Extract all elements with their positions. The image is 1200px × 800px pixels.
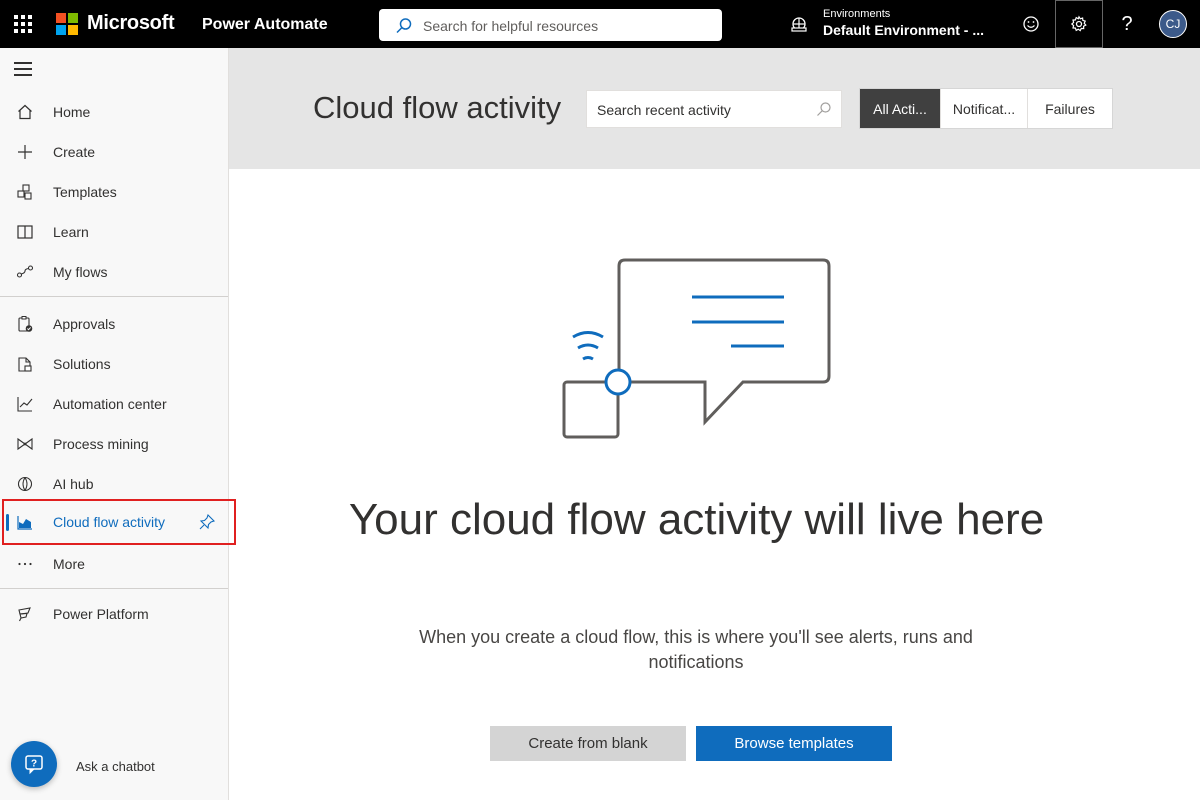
power-platform-icon bbox=[18, 607, 31, 622]
ellipsis-icon bbox=[18, 562, 32, 566]
page-header: Cloud flow activity Search recent activi… bbox=[229, 48, 1200, 169]
sidebar-item-solutions[interactable]: Solutions bbox=[0, 344, 229, 384]
sidebar-item-label: Power Platform bbox=[53, 606, 149, 622]
chatbot-label[interactable]: Ask a chatbot bbox=[76, 759, 155, 774]
sidebar-item-power-platform[interactable]: Power Platform bbox=[0, 594, 229, 634]
app-launcher-icon[interactable] bbox=[12, 13, 34, 35]
sidebar-item-templates[interactable]: Templates bbox=[0, 172, 229, 212]
sidebar-item-label: Home bbox=[53, 104, 91, 120]
sidebar-divider bbox=[0, 588, 228, 589]
empty-state-illustration bbox=[562, 258, 831, 439]
environment-selector[interactable]: Default Environment - ... bbox=[823, 22, 984, 38]
sidebar-item-create[interactable]: Create bbox=[0, 132, 229, 172]
templates-icon bbox=[17, 184, 32, 200]
chatbot-button[interactable]: ? bbox=[11, 741, 57, 787]
activity-search-placeholder: Search recent activity bbox=[597, 102, 731, 118]
sidebar-item-label: Process mining bbox=[53, 436, 149, 452]
sidebar-item-label: Create bbox=[53, 144, 96, 160]
solutions-icon bbox=[18, 357, 32, 372]
flows-icon bbox=[16, 265, 34, 278]
sidebar-item-label: Learn bbox=[53, 224, 89, 240]
sidebar-item-process-mining[interactable]: Process mining bbox=[0, 424, 229, 464]
empty-state-title: Your cloud flow activity will live here bbox=[348, 495, 1045, 544]
empty-state-subtitle: When you create a cloud flow, this is wh… bbox=[419, 627, 973, 672]
chart-line-icon bbox=[17, 397, 33, 412]
tab-failures[interactable]: Failures bbox=[1028, 89, 1112, 128]
activity-filter-tabs: All Acti... Notificat... Failures bbox=[859, 88, 1113, 129]
highlight-box bbox=[2, 499, 236, 545]
sidebar-item-label: Approvals bbox=[53, 316, 116, 332]
chatbot-icon: ? bbox=[25, 755, 43, 775]
sidebar-item-label: My flows bbox=[53, 264, 108, 280]
sidebar-item-ai-hub[interactable]: AI hub bbox=[0, 464, 229, 504]
activity-search-input[interactable]: Search recent activity bbox=[586, 90, 842, 128]
environment-icon[interactable] bbox=[790, 15, 808, 33]
sidebar-item-more[interactable]: More bbox=[0, 544, 229, 584]
sidebar-divider bbox=[0, 296, 228, 297]
svg-text:?: ? bbox=[31, 759, 37, 770]
sidebar-item-my-flows[interactable]: My flows bbox=[0, 252, 229, 292]
sidebar-item-label: Automation center bbox=[53, 396, 167, 412]
app-name[interactable]: Power Automate bbox=[202, 16, 328, 34]
tab-notifications[interactable]: Notificat... bbox=[941, 89, 1028, 128]
sidebar-item-label: Templates bbox=[53, 184, 117, 200]
sidebar: Home Create Templates Learn My flows App… bbox=[0, 48, 229, 800]
create-from-blank-button[interactable]: Create from blank bbox=[490, 726, 686, 761]
search-icon bbox=[817, 102, 831, 116]
global-search-placeholder: Search for helpful resources bbox=[423, 18, 599, 34]
help-icon[interactable]: ? bbox=[1103, 0, 1151, 48]
sidebar-item-label: AI hub bbox=[53, 476, 94, 492]
sidebar-item-approvals[interactable]: Approvals bbox=[0, 304, 229, 344]
browse-templates-button[interactable]: Browse templates bbox=[696, 726, 892, 761]
environment-label: Environments bbox=[823, 8, 891, 20]
sidebar-item-label: More bbox=[53, 556, 85, 572]
search-icon bbox=[396, 18, 412, 34]
settings-button[interactable] bbox=[1055, 0, 1103, 48]
feedback-button[interactable] bbox=[1007, 0, 1055, 48]
top-bar: Microsoft Power Automate Search for help… bbox=[0, 0, 1200, 48]
gear-icon bbox=[1070, 15, 1087, 32]
sidebar-item-home[interactable]: Home bbox=[0, 92, 229, 132]
smiley-icon bbox=[1023, 16, 1039, 32]
tab-all-activity[interactable]: All Acti... bbox=[860, 89, 941, 128]
sidebar-item-learn[interactable]: Learn bbox=[0, 212, 229, 252]
brand-name[interactable]: Microsoft bbox=[87, 12, 175, 35]
ai-hub-icon bbox=[17, 476, 33, 492]
avatar[interactable]: CJ bbox=[1159, 10, 1187, 38]
microsoft-logo-icon bbox=[56, 13, 78, 35]
book-icon bbox=[17, 225, 33, 239]
home-icon bbox=[18, 104, 32, 120]
process-mining-icon bbox=[17, 437, 33, 451]
approvals-icon bbox=[18, 316, 33, 332]
global-search-input[interactable]: Search for helpful resources bbox=[379, 9, 722, 41]
sidebar-item-automation-center[interactable]: Automation center bbox=[0, 384, 229, 424]
sidebar-item-label: Solutions bbox=[53, 356, 111, 372]
plus-icon bbox=[18, 145, 32, 159]
hamburger-menu-icon[interactable] bbox=[14, 62, 36, 78]
page-title: Cloud flow activity bbox=[313, 90, 562, 125]
